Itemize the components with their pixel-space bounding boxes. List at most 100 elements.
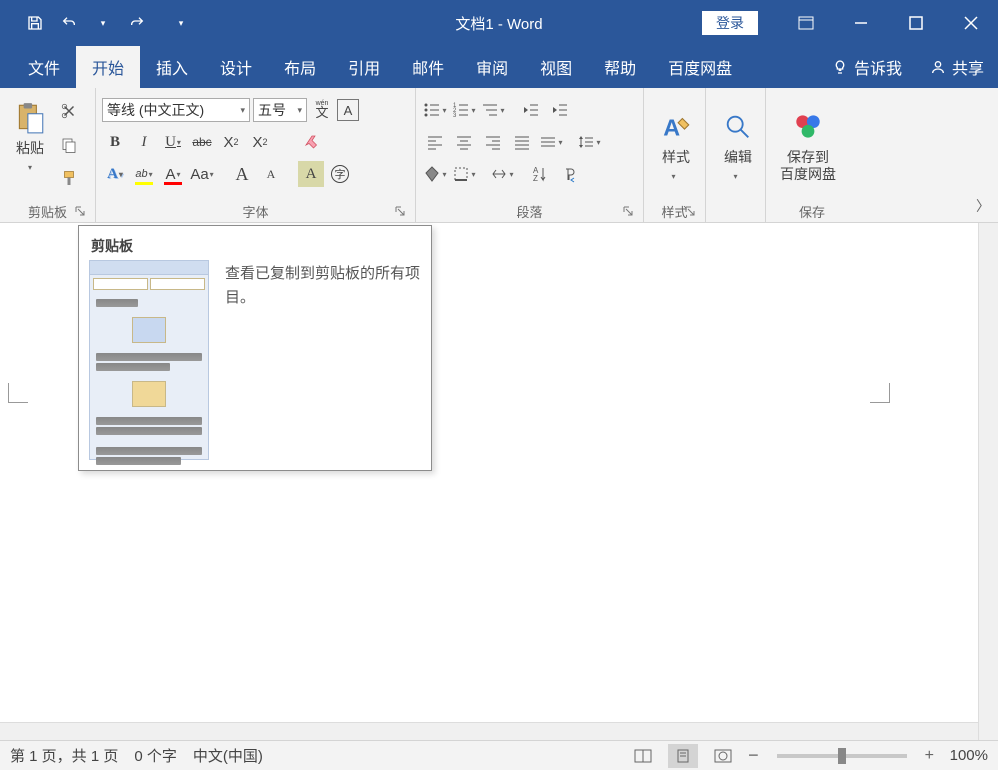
shading-icon[interactable] [422, 161, 448, 187]
paste-button[interactable]: 粘贴▾ [4, 96, 56, 178]
svg-text:A: A [663, 115, 680, 141]
tell-me-button[interactable]: 告诉我 [818, 46, 916, 88]
zoom-out-button[interactable]: − [748, 745, 759, 766]
strikethrough-button[interactable]: abc [189, 129, 215, 155]
underline-button[interactable]: U [160, 129, 186, 155]
read-mode-icon[interactable] [628, 744, 658, 768]
char-shading-icon[interactable]: A [298, 161, 324, 187]
format-painter-icon[interactable] [56, 166, 82, 192]
tab-review[interactable]: 审阅 [460, 46, 524, 88]
save-icon[interactable] [20, 8, 50, 38]
distribute-icon[interactable] [538, 129, 564, 155]
ribbon-display-icon[interactable] [778, 0, 833, 46]
sort-icon[interactable]: AZ [527, 161, 553, 187]
baidu-cloud-icon [790, 109, 826, 145]
web-layout-icon[interactable] [708, 744, 738, 768]
svg-text:3: 3 [453, 113, 457, 119]
paragraph-launcher-icon[interactable] [621, 205, 635, 219]
increase-indent-icon[interactable] [547, 97, 573, 123]
find-icon [720, 109, 756, 145]
redo-icon[interactable] [122, 8, 152, 38]
numbering-icon[interactable]: 123 [451, 97, 477, 123]
styles-launcher-icon[interactable] [683, 205, 697, 219]
group-styles: A 样式▾ 样式 [644, 88, 706, 222]
qat-customize-icon[interactable]: ▾ [166, 8, 196, 38]
share-label: 共享 [952, 55, 984, 79]
tab-references[interactable]: 引用 [332, 46, 396, 88]
collapse-ribbon-icon[interactable]: 〉 [976, 196, 990, 216]
tab-help[interactable]: 帮助 [588, 46, 652, 88]
share-button[interactable]: 共享 [916, 46, 998, 88]
change-case-button[interactable]: Aa [189, 161, 215, 187]
line-spacing-icon[interactable] [576, 129, 602, 155]
clipboard-tooltip: 剪贴板 查看已复制到剪贴板的所有项目。 [78, 225, 432, 471]
zoom-in-button[interactable]: + [925, 747, 934, 765]
paste-icon [12, 100, 48, 136]
tab-view[interactable]: 视图 [524, 46, 588, 88]
group-save: 保存到百度网盘 保存 [766, 88, 858, 222]
align-right-icon[interactable] [480, 129, 506, 155]
status-bar: 第 1 页，共 1 页 0 个字 中文(中国) − + 100% [0, 740, 998, 770]
tab-layout[interactable]: 布局 [268, 46, 332, 88]
bullets-icon[interactable] [422, 97, 448, 123]
shrink-font-button[interactable]: A [258, 161, 284, 187]
tab-mailings[interactable]: 邮件 [396, 46, 460, 88]
phonetic-guide-icon[interactable]: wén文 [310, 99, 334, 121]
clipboard-launcher-icon[interactable] [73, 205, 87, 219]
bold-button[interactable]: B [102, 129, 128, 155]
align-center-icon[interactable] [451, 129, 477, 155]
font-launcher-icon[interactable] [393, 205, 407, 219]
grow-font-button[interactable]: A [229, 161, 255, 187]
zoom-level[interactable]: 100% [944, 747, 988, 764]
share-icon [930, 59, 946, 75]
asian-layout-icon[interactable] [489, 161, 515, 187]
cut-icon[interactable] [56, 98, 82, 124]
group-font-label: 字体 [102, 200, 409, 222]
subscript-button[interactable]: X2 [218, 129, 244, 155]
status-language[interactable]: 中文(中国) [193, 745, 263, 766]
status-words[interactable]: 0 个字 [134, 745, 177, 766]
tab-home[interactable]: 开始 [76, 46, 140, 88]
font-color-button[interactable]: A [160, 161, 186, 187]
align-left-icon[interactable] [422, 129, 448, 155]
horizontal-scrollbar[interactable] [0, 722, 978, 740]
status-page[interactable]: 第 1 页，共 1 页 [10, 745, 118, 766]
vertical-scrollbar[interactable] [978, 223, 998, 740]
font-size-combo[interactable]: 五号▾ [253, 98, 307, 122]
justify-icon[interactable] [509, 129, 535, 155]
tab-baidu[interactable]: 百度网盘 [652, 46, 748, 88]
text-effects-icon[interactable]: A [102, 161, 128, 187]
lightbulb-icon [832, 59, 848, 75]
maximize-icon[interactable] [888, 0, 943, 46]
title-bar: ▾ ▾ 文档1 - Word 登录 [0, 0, 998, 46]
save-baidu-button[interactable]: 保存到百度网盘 [772, 92, 844, 200]
print-layout-icon[interactable] [668, 744, 698, 768]
styles-button[interactable]: A 样式▾ [650, 92, 702, 200]
tab-file[interactable]: 文件 [12, 46, 76, 88]
zoom-slider[interactable] [777, 754, 907, 758]
tab-insert[interactable]: 插入 [140, 46, 204, 88]
borders-icon[interactable] [451, 161, 477, 187]
italic-button[interactable]: I [131, 129, 157, 155]
login-button[interactable]: 登录 [702, 11, 758, 35]
superscript-button[interactable]: X2 [247, 129, 273, 155]
font-name-combo[interactable]: 等线 (中文正文)▾ [102, 98, 250, 122]
undo-dropdown-icon[interactable]: ▾ [88, 8, 118, 38]
multilevel-icon[interactable] [480, 97, 506, 123]
undo-icon[interactable] [54, 8, 84, 38]
enclose-char-icon[interactable]: 字 [327, 161, 353, 187]
minimize-icon[interactable] [833, 0, 888, 46]
copy-icon[interactable] [56, 132, 82, 158]
group-font: 等线 (中文正文)▾ 五号▾ wén文 A B I U abc X2 X2 A [96, 88, 416, 222]
tooltip-title: 剪贴板 [91, 236, 133, 256]
zoom-slider-thumb[interactable] [838, 748, 846, 764]
show-marks-icon[interactable] [556, 161, 582, 187]
editing-button[interactable]: 编辑▾ [712, 92, 764, 200]
clear-formatting-icon[interactable] [299, 129, 325, 155]
highlight-button[interactable]: ab [131, 161, 157, 187]
close-icon[interactable] [943, 0, 998, 46]
group-clipboard: 粘贴▾ 剪贴板 [0, 88, 96, 222]
char-border-icon[interactable]: A [337, 99, 359, 121]
decrease-indent-icon[interactable] [518, 97, 544, 123]
tab-design[interactable]: 设计 [204, 46, 268, 88]
